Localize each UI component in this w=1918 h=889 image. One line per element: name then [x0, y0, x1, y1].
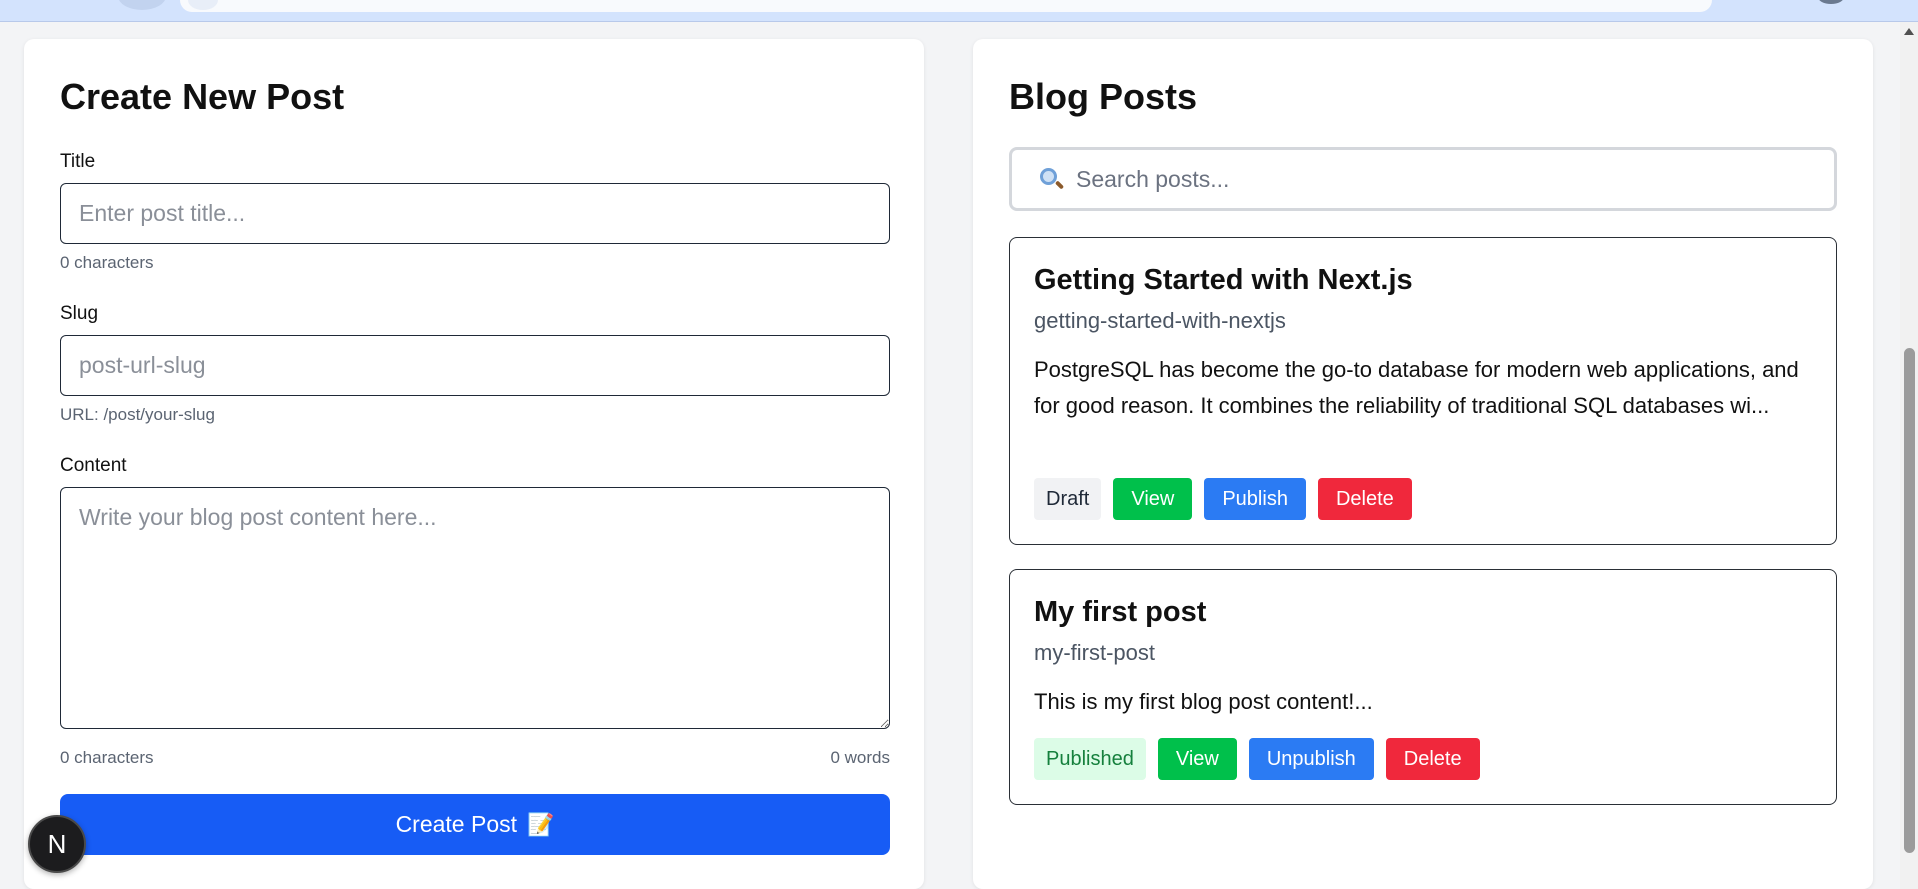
blog-posts-panel: Blog Posts Getting Started with Next.js … — [973, 39, 1873, 889]
post-card: Getting Started with Next.js getting-sta… — [1009, 237, 1837, 545]
delete-button[interactable]: Delete — [1385, 738, 1480, 780]
search-input[interactable] — [1076, 165, 1816, 193]
blog-posts-heading: Blog Posts — [1009, 76, 1198, 117]
nextjs-dev-indicator[interactable]: N — [28, 815, 86, 873]
status-badge: Draft — [1034, 478, 1102, 520]
browser-toolbar — [0, 0, 1918, 22]
status-badge: Published — [1034, 738, 1146, 780]
post-excerpt: This is my first blog post content!... — [1034, 689, 1373, 714]
title-input[interactable] — [60, 183, 890, 244]
search-icon — [1038, 166, 1065, 192]
unpublish-button[interactable]: Unpublish — [1248, 738, 1374, 780]
create-post-button-label: Create Post — [395, 811, 518, 837]
scrollbar-thumb[interactable] — [1904, 348, 1915, 853]
publish-button[interactable]: Publish — [1204, 478, 1306, 520]
nextjs-logo-icon: N — [47, 828, 67, 859]
create-post-panel: Create New Post Title 0 characters Slug … — [24, 39, 924, 889]
post-card: My first post my-first-post This is my f… — [1009, 569, 1837, 805]
slug-input[interactable] — [60, 335, 890, 396]
content-word-counter: 0 words — [830, 748, 890, 767]
view-button[interactable]: View — [1113, 478, 1193, 520]
post-slug: my-first-post — [1034, 640, 1155, 665]
view-button[interactable]: View — [1157, 738, 1237, 780]
slug-url-hint: URL: /post/your-slug — [60, 405, 215, 424]
content-char-counter: 0 characters — [60, 748, 154, 767]
title-label: Title — [60, 151, 96, 172]
browser-nav-button[interactable] — [118, 0, 166, 10]
post-actions: Published View Unpublish Delete — [1034, 738, 1480, 780]
title-char-counter: 0 characters — [60, 253, 154, 272]
slug-label: Slug — [60, 303, 99, 324]
profile-avatar[interactable] — [1818, 0, 1844, 4]
address-bar[interactable] — [180, 0, 1712, 12]
search-box[interactable] — [1009, 147, 1837, 211]
scroll-up-arrow-icon[interactable] — [1904, 28, 1914, 35]
post-excerpt: PostgreSQL has become the go-to database… — [1034, 357, 1799, 418]
post-slug: getting-started-with-nextjs — [1034, 308, 1286, 333]
delete-button[interactable]: Delete — [1317, 478, 1412, 520]
post-title: Getting Started with Next.js — [1034, 264, 1413, 296]
create-post-heading: Create New Post — [60, 76, 345, 117]
post-title: My first post — [1034, 596, 1207, 628]
content-label: Content — [60, 455, 127, 476]
content-textarea[interactable] — [60, 487, 890, 729]
memo-icon: 📝 — [527, 811, 555, 837]
create-post-button[interactable]: Create Post 📝 — [60, 794, 890, 855]
post-actions: Draft View Publish Delete — [1034, 478, 1412, 520]
